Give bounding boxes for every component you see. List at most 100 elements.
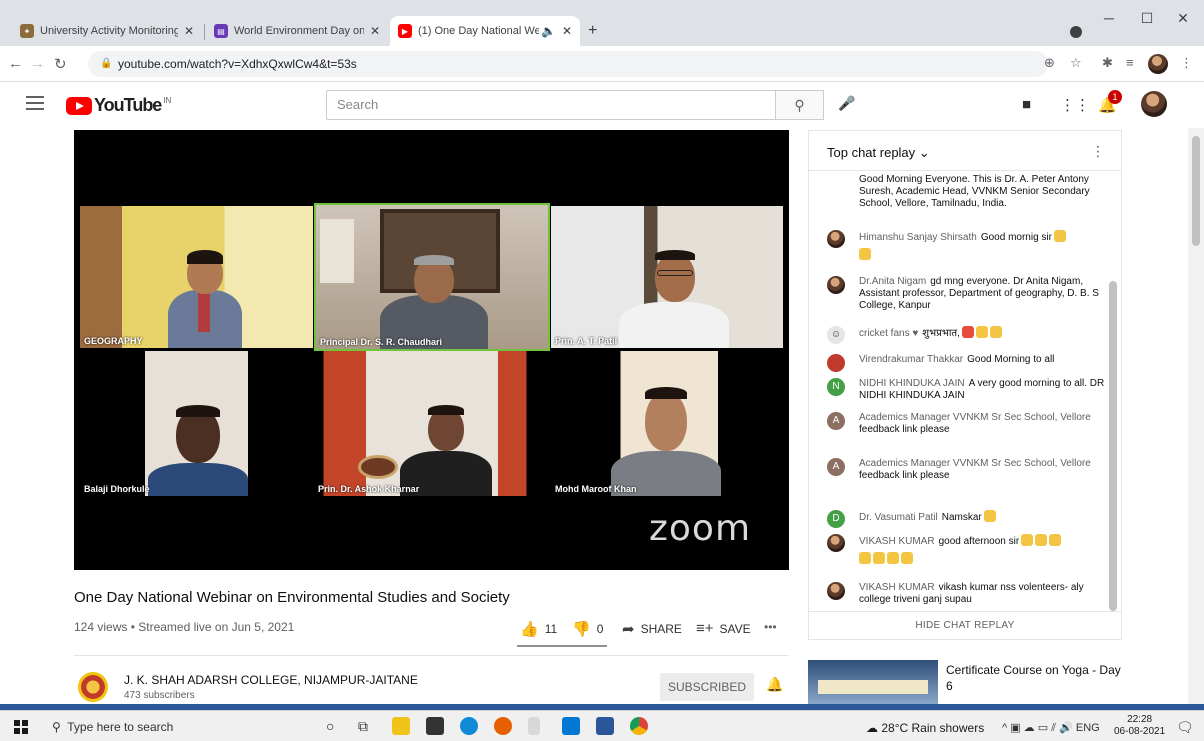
chat-message: ☺ cricket fans ♥ शुभप्रभात, [827,326,1107,344]
address-bar-row: ← → ↻ 🔒 youtube.com/watch?v=XdhxQxwlCw4&… [0,46,1204,82]
reading-list-icon[interactable]: ≡ [1126,55,1134,70]
chevron-down-icon: ⌄ [918,145,930,160]
hamburger-menu-icon[interactable] [26,96,44,114]
maximize-button[interactable]: ☐ [1132,10,1162,27]
install-icon[interactable]: ⊕ [1044,55,1055,71]
participant-figure [613,242,733,348]
more-actions-button[interactable]: ••• [764,620,777,634]
participant-tile-3: Prin. A. T. Patil [551,206,783,348]
rain-cloud-icon: ☁ [866,721,878,735]
action-center-icon[interactable]: 🗨 [1176,719,1194,736]
chat-scrollbar[interactable] [1109,281,1117,611]
subscription-bell-icon[interactable]: 🔔 [766,676,783,693]
participant-figure [148,397,248,496]
close-icon[interactable]: ✕ [184,24,194,38]
search-icon: ⚲ [52,720,61,734]
minimize-button[interactable]: ─ [1094,10,1124,26]
participant-name: Prin. A. T. Patil [555,336,618,346]
system-tray[interactable]: ^ ▣ ☁ ▭ ⫽ 🔊 ENG [1002,721,1100,735]
close-icon[interactable]: ✕ [370,24,380,38]
url-bar[interactable]: 🔒 youtube.com/watch?v=XdhxQxwlCw4&t=53s [88,51,1048,77]
mail-icon[interactable] [562,717,580,735]
language-indicator: ENG [1075,722,1100,734]
microphone-icon[interactable]: 🎤 [838,95,855,112]
channel-name[interactable]: J. K. SHAH ADARSH COLLEGE, NIJAMPUR-JAIT… [124,673,418,687]
chat-message-text: Namskar [941,512,982,523]
hide-chat-replay-button[interactable]: HIDE CHAT REPLAY [809,611,1121,639]
chat-author: Dr.Anita Nigam [859,276,927,287]
participant-tile-5: Prin. Dr. Ashok Kharnar [314,351,550,496]
forward-icon[interactable]: → [30,55,45,72]
flower-icon [961,326,974,338]
chat-message-text: Good Morning Everyone. This is Dr. A. Pe… [859,174,1090,209]
chat-author-avatar: N [827,378,845,396]
recommended-video-title[interactable]: Certificate Course on Yoga - Day 6 [946,662,1126,694]
cortana-icon[interactable]: ○ [326,718,334,734]
recommended-video-thumbnail[interactable] [808,660,938,704]
subscribed-button[interactable]: SUBSCRIBED [660,673,754,701]
waving-hand-icon [975,326,988,338]
tab-university-activity[interactable]: ✦ University Activity Monitoring Po ✕ [12,16,202,46]
chat-author: Academics Manager VVNKM Sr Sec School, V… [859,458,1091,469]
participant-figure [160,234,250,348]
save-button[interactable]: ≡+ SAVE [696,620,751,637]
create-video-icon[interactable]: ■ [1022,96,1031,113]
dislike-button[interactable]: 👎 0 [572,620,603,638]
word-icon[interactable] [596,717,614,735]
video-player[interactable]: GEOGRAPHY Principal Dr. S. R. Chaudhari … [74,130,789,570]
chat-mode-dropdown[interactable]: Top chat replay ⌄ [827,145,930,161]
chat-author: VIKASH KUMAR [859,536,935,547]
chat-more-icon[interactable]: ⋮ [1091,143,1105,160]
chat-author-avatar: A [827,458,845,476]
browser-menu-icon[interactable]: ⋮ [1180,55,1193,71]
participant-figure [611,381,721,496]
chat-message-text: feedback link please [859,424,950,435]
account-avatar[interactable] [1141,91,1167,117]
youtube-logo[interactable]: YouTube IN [66,95,171,116]
chrome-icon[interactable] [630,717,648,735]
url-text: youtube.com/watch?v=XdhxQxwlCw4&t=53s [118,57,357,71]
scrollbar-thumb[interactable] [1192,136,1200,246]
playlist-add-icon: ≡+ [696,620,714,637]
share-button[interactable]: ➦ SHARE [622,620,682,638]
participant-tile-6: Mohd Maroof Khan [551,351,783,496]
tab-youtube-webinar[interactable]: ▶ (1) One Day National Webin 🔈 ✕ [390,16,580,46]
bookmark-star-icon[interactable]: ☆ [1070,55,1082,71]
apps-grid-icon[interactable]: ⋮⋮ [1060,96,1090,114]
waving-hand-icon [1053,230,1066,242]
weather-widget[interactable]: ☁ 28°C Rain showers [866,721,984,735]
windows-start-icon[interactable] [14,720,28,734]
like-button[interactable]: 👍 11 [520,620,557,638]
browser-profile-avatar[interactable] [1148,54,1168,74]
tab-world-environment-day[interactable]: ▤ World Environment Day on 5th J ✕ [206,16,388,46]
channel-avatar[interactable] [78,672,108,702]
search-input[interactable]: Search [326,90,776,120]
chat-mode-label: Top chat replay [827,145,916,160]
close-window-button[interactable]: ✕ [1168,10,1198,27]
task-view-icon[interactable]: ⧉ [358,718,368,735]
taskbar-clock[interactable]: 22:28 06-08-2021 [1114,714,1165,738]
share-label: SHARE [640,622,682,636]
search-button[interactable]: ⚲ [776,90,824,120]
country-code: IN [163,96,172,105]
back-icon[interactable]: ← [8,55,23,72]
edge-icon[interactable] [460,717,478,735]
chat-author-avatar [827,276,845,294]
firefox-icon[interactable] [494,717,512,735]
extensions-icon[interactable]: ✱ [1102,55,1113,71]
audio-icon[interactable]: 🔈 [541,24,556,38]
chat-message: Good Morning Everyone. This is Dr. A. Pe… [827,174,1107,210]
new-tab-button[interactable]: + [588,22,597,40]
taskbar-search[interactable]: ⚲ Type here to search [52,720,173,734]
file-explorer-icon[interactable] [392,717,410,735]
page-scrollbar[interactable] [1188,128,1204,704]
close-icon[interactable]: ✕ [562,24,572,38]
participant-figure [374,235,494,349]
reload-icon[interactable]: ↻ [54,55,67,73]
chat-message-text: feedback link please [859,470,950,481]
share-arrow-icon: ➦ [622,621,635,638]
app-icon[interactable] [528,717,540,735]
profile-dot-icon[interactable] [1070,26,1082,38]
store-icon[interactable] [426,717,444,735]
chat-author: Dr. Vasumati Patil [859,512,938,523]
